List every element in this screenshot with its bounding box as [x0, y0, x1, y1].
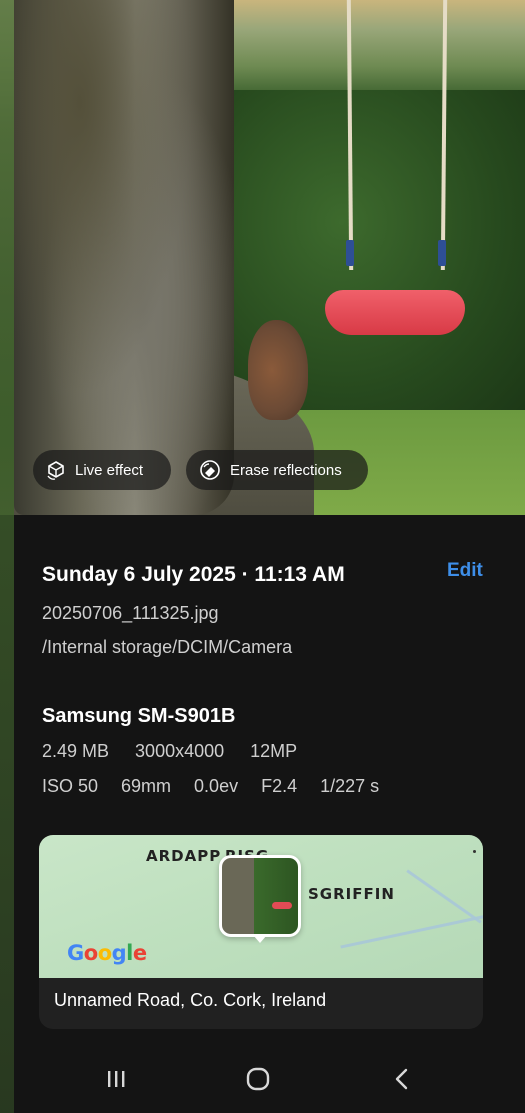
back-icon — [395, 1068, 408, 1090]
map-photo-pin[interactable] — [219, 855, 301, 937]
home-button[interactable] — [238, 1064, 278, 1094]
back-button[interactable] — [382, 1064, 422, 1094]
map-place-label: ARDAPP — [146, 847, 222, 865]
file-size: 2.49 MB — [42, 741, 110, 761]
file-path[interactable]: /Internal storage/DCIM/Camera — [42, 637, 292, 658]
image-specs-row: 2.49 MB 3000x4000 12MP — [42, 741, 297, 762]
camera-settings-row: ISO 50 69mm 0.0ev F2.4 1/227 s — [42, 776, 379, 797]
date-time: Sunday 6 July 2025 · 11:13 AM — [42, 563, 345, 586]
live-effect-label: Live effect — [75, 461, 144, 479]
recents-icon — [108, 1071, 125, 1087]
live-effect-button[interactable]: Live effect — [33, 450, 171, 490]
device-model: Samsung SM-S901B — [42, 705, 236, 727]
resolution: 3000x4000 — [135, 741, 225, 761]
photo-swing-seat — [325, 290, 465, 335]
location-card[interactable]: ARDAPP RISG SGRIFFIN Google Unnamed Road… — [39, 835, 483, 1029]
home-icon — [246, 1067, 270, 1091]
shutter-speed: 1/227 s — [320, 776, 380, 796]
left-edge-strip — [0, 0, 14, 1113]
aperture: F2.4 — [261, 776, 298, 796]
thumbnail-swing — [272, 902, 292, 909]
map-dot — [473, 850, 476, 853]
photo-rope-sleeve-right — [438, 240, 446, 266]
map-place-label: SGRIFFIN — [308, 885, 395, 903]
iso: ISO 50 — [42, 776, 99, 796]
photo-rope-sleeve-left — [346, 240, 354, 266]
erase-reflections-label: Erase reflections — [230, 461, 342, 479]
photo-tree-trunk — [14, 0, 234, 515]
megapixels: 12MP — [250, 741, 298, 761]
map-road — [406, 869, 482, 924]
erase-reflections-icon — [200, 460, 220, 480]
location-address: Unnamed Road, Co. Cork, Ireland — [54, 990, 327, 1010]
google-logo: Google — [67, 941, 147, 965]
photo-sky — [225, 0, 525, 95]
file-name: 20250706_111325.jpg — [42, 603, 219, 623]
photo-squirrel — [248, 320, 308, 420]
exposure: 0.0ev — [194, 776, 239, 796]
erase-reflections-button[interactable]: Erase reflections — [186, 450, 368, 490]
map-road — [340, 914, 483, 949]
edit-button[interactable]: Edit — [447, 560, 483, 582]
focal-length: 69mm — [121, 776, 172, 796]
live-effect-icon — [47, 461, 64, 480]
recents-button[interactable] — [96, 1064, 136, 1094]
location-map[interactable]: ARDAPP RISG SGRIFFIN Google — [39, 835, 483, 978]
map-photo-thumbnail — [222, 858, 298, 934]
photo-view[interactable]: Live effect Erase reflections — [0, 0, 525, 515]
system-navigation-bar — [0, 1048, 525, 1113]
map-pin-pointer — [253, 935, 267, 943]
